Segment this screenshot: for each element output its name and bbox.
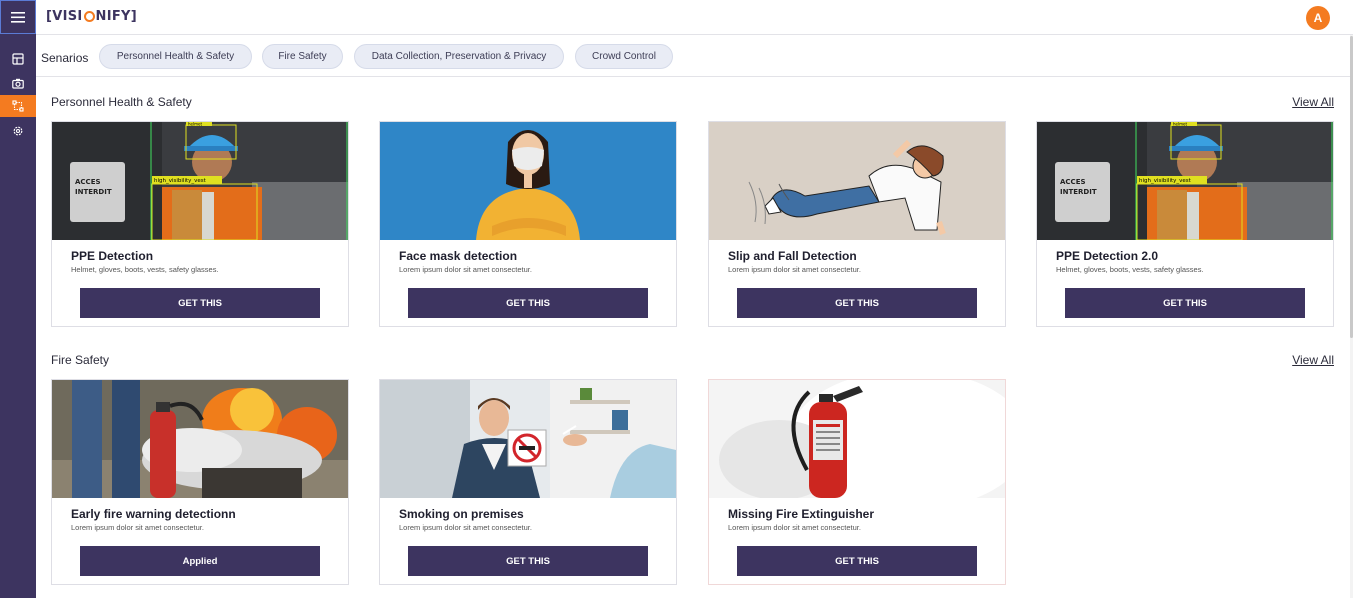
scenario-filter-bar: Senarios Personnel Health & Safety Fire … [36, 35, 1350, 77]
card-title: Slip and Fall Detection [728, 249, 857, 263]
card-image-no-smoking-sign [380, 380, 676, 498]
sidebar-item-scenarios[interactable] [0, 95, 36, 117]
chip-crowd-control[interactable]: Crowd Control [575, 44, 673, 69]
scenario-card-ppe-detection-2: ACCES INTERDIT helmet high_visibility_ve… [1036, 121, 1334, 327]
card-description: Lorem ipsum dolor sit amet consectetur. [728, 265, 861, 274]
scenario-card-face-mask: Face mask detection Lorem ipsum dolor si… [379, 121, 677, 327]
view-all-link-fire-safety[interactable]: View All [1292, 353, 1334, 367]
view-all-link-personnel[interactable]: View All [1292, 95, 1334, 109]
scenario-card-smoking: Smoking on premises Lorem ipsum dolor si… [379, 379, 677, 585]
chip-fire-safety[interactable]: Fire Safety [262, 44, 343, 69]
card-image-fire-extinguisher [709, 380, 1005, 498]
scenario-card-early-fire-warning: Early fire warning detectionn Lorem ipsu… [51, 379, 349, 585]
settings-icon [13, 126, 23, 136]
card-image-falling-person [709, 122, 1005, 240]
get-this-button[interactable]: GET THIS [1065, 288, 1305, 318]
vest-detection-label: high_visibility_vest [1139, 178, 1192, 184]
hamburger-menu-button[interactable] [0, 0, 36, 34]
card-description: Lorem ipsum dolor sit amet consectetur. [399, 265, 532, 274]
get-this-button[interactable]: GET THIS [80, 288, 320, 318]
card-title: PPE Detection 2.0 [1056, 249, 1159, 263]
helmet-detection-label: helmet [188, 122, 202, 127]
scenario-card-slip-fall: Slip and Fall Detection Lorem ipsum dolo… [708, 121, 1006, 327]
card-image-woman-mask [380, 122, 676, 240]
scenarios-label: Senarios [41, 51, 89, 65]
chip-personnel-health-safety[interactable]: Personnel Health & Safety [99, 44, 252, 69]
card-title: Missing Fire Extinguisher [728, 507, 875, 521]
hamburger-icon [11, 11, 25, 23]
sign-text-line1: ACCES [1060, 178, 1086, 186]
card-title: Smoking on premises [399, 507, 524, 521]
get-this-button[interactable]: GET THIS [737, 288, 977, 318]
get-this-button[interactable]: GET THIS [737, 546, 977, 576]
logo-o-icon [83, 11, 95, 22]
scenario-card-ppe-detection: ACCES INTERDIT helmet high_visibility_ve… [51, 121, 349, 327]
card-description: Lorem ipsum dolor sit amet consectetur. [728, 523, 861, 532]
get-this-button[interactable]: GET THIS [408, 288, 648, 318]
app-logo[interactable]: [VISI NIFY] [46, 9, 137, 24]
logo-text-left: [VISI [46, 9, 83, 24]
applied-button[interactable]: Applied [80, 546, 320, 576]
sidebar-item-settings[interactable] [0, 120, 36, 142]
card-image-fire-extinguishing [52, 380, 348, 498]
card-description: Lorem ipsum dolor sit amet consectetur. [399, 523, 532, 532]
card-image-ppe-worker: ACCES INTERDIT helmet high_visibility_ve… [52, 122, 348, 240]
card-description: Helmet, gloves, boots, vests, safety gla… [71, 265, 219, 274]
sidebar-item-dashboard[interactable] [0, 48, 36, 70]
sign-text-line2: INTERDIT [1060, 188, 1097, 196]
vest-detection-label: high_visibility_vest [154, 178, 207, 184]
scenario-card-missing-extinguisher: Missing Fire Extinguisher Lorem ipsum do… [708, 379, 1006, 585]
card-title: Face mask detection [399, 249, 518, 263]
helmet-detection-label: helmet [1173, 122, 1187, 127]
dashboard-icon [12, 53, 24, 65]
card-image-ppe-worker: ACCES INTERDIT helmet high_visibility_ve… [1037, 122, 1333, 240]
card-description: Lorem ipsum dolor sit amet consectetur. [71, 523, 204, 532]
sign-text-line2: INTERDIT [75, 188, 112, 196]
scenarios-icon [12, 100, 24, 112]
sidebar-item-cameras[interactable] [0, 72, 36, 94]
top-bar: [VISI NIFY] A [36, 0, 1353, 35]
user-avatar[interactable]: A [1306, 6, 1330, 30]
card-title: Early fire warning detectionn [71, 507, 236, 521]
logo-text-right: NIFY] [95, 9, 137, 24]
chip-data-collection-privacy[interactable]: Data Collection, Preservation & Privacy [354, 44, 564, 69]
section-title-personnel: Personnel Health & Safety [51, 95, 192, 109]
get-this-button[interactable]: GET THIS [408, 546, 648, 576]
card-description: Helmet, gloves, boots, vests, safety gla… [1056, 265, 1204, 274]
section-title-fire-safety: Fire Safety [51, 353, 110, 367]
camera-icon [12, 78, 24, 89]
sign-text-line1: ACCES [75, 178, 101, 186]
card-title: PPE Detection [71, 249, 154, 263]
